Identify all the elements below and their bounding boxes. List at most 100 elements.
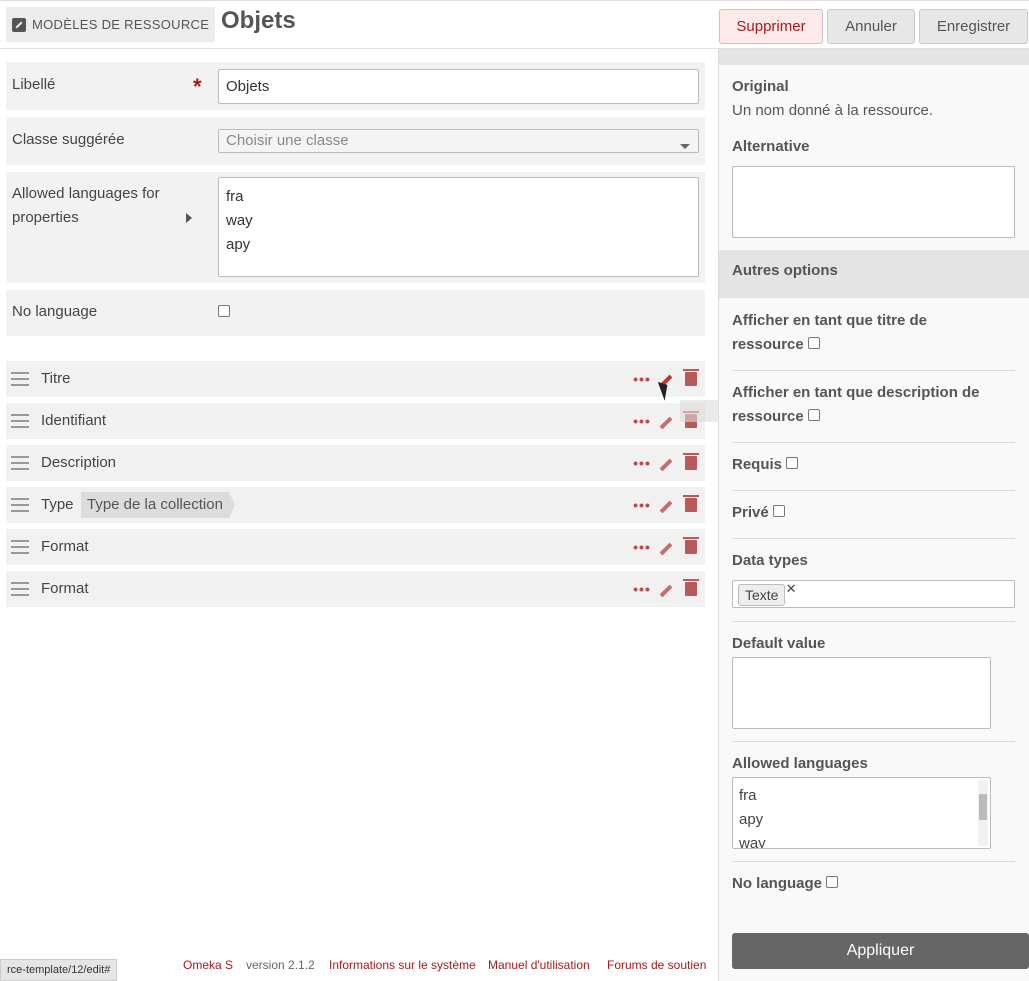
more-icon[interactable]: ••• [632,495,652,515]
more-icon[interactable]: ••• [632,369,652,389]
property-row[interactable]: Type Type de la collection ••• [6,487,705,523]
more-icon[interactable]: ••• [632,453,652,473]
no-language-label: No language [12,303,98,320]
manual-link[interactable]: Manuel d'utilisation [488,958,590,972]
class-select[interactable]: Choisir une classe [218,129,699,153]
property-row[interactable]: Format ••• [6,571,705,607]
footer-version: version 2.1.2 [246,958,315,972]
other-options-header[interactable]: Autres options [719,250,1029,298]
language-line: way [226,212,253,229]
no-language-checkbox[interactable] [218,305,230,317]
omeka-link[interactable]: Omeka S [183,958,233,972]
footer-brand-link[interactable]: Omeka S [183,958,233,972]
allowed-languages-select[interactable]: fra apy way [732,777,991,849]
language-line: apy [226,236,251,253]
drag-handle-icon[interactable] [11,414,29,428]
property-label: Type [41,496,74,513]
title-option-checkbox[interactable] [807,337,820,349]
section-breadcrumb[interactable]: Modèles de ressource [6,7,216,42]
status-url: rce-template/12/edit# [0,959,118,981]
private-checkbox[interactable] [772,505,785,517]
language-option[interactable]: way [739,832,990,848]
delete-icon[interactable] [681,369,701,389]
cancel-button[interactable]: Annuler [827,9,915,44]
property-label: Titre [41,370,71,387]
separator [732,370,1015,371]
separator [732,621,1015,622]
alternative-label: Alternative [732,138,810,155]
forums-link[interactable]: Forums de soutien [607,958,706,972]
drag-handle-icon[interactable] [11,372,29,386]
more-icon[interactable]: ••• [632,537,652,557]
apply-button[interactable]: Appliquer [732,933,1029,969]
property-row[interactable]: Titre ••• [6,361,705,397]
property-label: Format [41,538,89,555]
property-row[interactable]: Identifiant ••• [6,403,705,439]
footer-manual[interactable]: Manuel d'utilisation [488,958,590,972]
data-types-label: Data types [732,552,808,569]
sidebar-top-band [719,49,1029,65]
alternative-textarea[interactable] [732,166,1015,238]
label-input[interactable]: Objets [218,69,699,104]
remove-tag-icon[interactable]: ✕ [786,579,797,599]
allowed-languages-textarea[interactable]: fra way apy [218,177,699,277]
edit-icon[interactable] [656,495,676,515]
property-label: Identifiant [41,412,107,429]
scrollbar[interactable] [978,780,988,846]
original-comment: Un nom donné à la ressource. [732,102,933,119]
delete-button[interactable]: Supprimer [719,9,823,44]
data-types-select[interactable]: Texte ✕ [732,580,1015,608]
field-allowed-languages: Allowed languages for properties fra way… [6,172,705,283]
caret-right-icon[interactable] [186,213,192,223]
property-label: Format [41,580,89,597]
edit-icon[interactable] [656,411,676,431]
field-no-language: No language [6,290,705,336]
drag-handle-icon[interactable] [11,498,29,512]
required-checkbox[interactable] [786,457,799,469]
edit-icon[interactable] [656,453,676,473]
description-option-row: Afficher en tant que description de ress… [732,381,1002,429]
required-icon: * [193,74,202,99]
original-label: Original [732,78,789,95]
separator [732,490,1015,491]
more-icon[interactable]: ••• [632,579,652,599]
language-option[interactable]: apy [739,808,990,832]
drag-handle-icon[interactable] [11,456,29,470]
drag-handle-icon[interactable] [11,540,29,554]
edit-icon[interactable] [656,537,676,557]
data-type-tag: Texte ✕ [738,581,796,606]
description-option-label: Afficher en tant que description de ress… [732,384,980,425]
property-edit-sidebar: Original Un nom donné à la ressource. Al… [718,49,1029,981]
separator [732,538,1015,539]
more-icon[interactable]: ••• [632,411,652,431]
allowed-languages-label: Allowed languages for properties [12,185,160,226]
label-field-label: Libellé [12,76,56,93]
edit-icon[interactable] [656,579,676,599]
no-language-sidebar-checkbox[interactable] [826,876,839,888]
delete-icon[interactable] [681,579,701,599]
save-button[interactable]: Enregistrer [919,9,1028,44]
delete-icon[interactable] [681,453,701,473]
description-option-checkbox[interactable] [807,409,820,421]
edit-icon [12,17,26,32]
delete-icon[interactable] [681,495,701,515]
language-option[interactable]: fra [739,784,990,808]
field-class: Classe suggérée Choisir une classe [6,117,705,165]
footer-system-info[interactable]: Informations sur le système [329,958,476,972]
title-option-row: Afficher en tant que titre de ressource [732,309,1002,357]
allowed-languages-sidebar-label: Allowed languages [732,755,868,772]
no-language-sidebar-row: No language [732,872,839,896]
drag-handle-icon[interactable] [11,582,29,596]
property-label: Description [41,454,117,471]
footer-forums[interactable]: Forums de soutien [607,958,706,972]
required-row: Requis [732,453,799,477]
property-row[interactable]: Format ••• [6,529,705,565]
property-row[interactable]: Description ••• [6,445,705,481]
edit-tooltip [680,400,720,422]
system-info-link[interactable]: Informations sur le système [329,958,476,972]
separator [732,442,1015,443]
separator [732,861,1015,862]
no-language-sidebar-label: No language [732,875,823,892]
default-value-textarea[interactable] [732,657,991,729]
delete-icon[interactable] [681,537,701,557]
